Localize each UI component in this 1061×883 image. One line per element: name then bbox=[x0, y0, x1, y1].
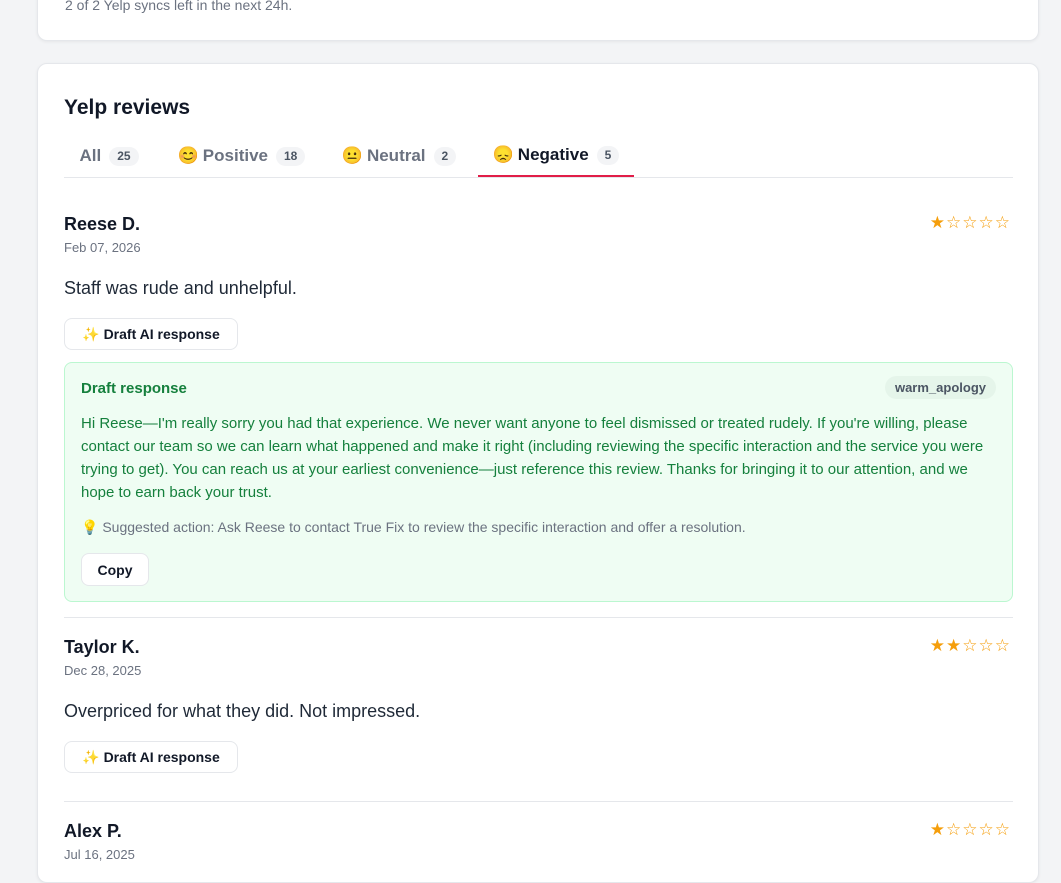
tab-positive-label: Positive bbox=[202, 146, 268, 165]
tone-badge: warm_apology bbox=[884, 376, 996, 399]
tab-neutral-label: Neutral bbox=[366, 146, 426, 165]
section-title: Yelp reviews bbox=[64, 96, 191, 119]
draft-ai-response-button[interactable]: ✨ Draft AI response bbox=[64, 318, 238, 350]
reviewer-name: Taylor K. bbox=[64, 637, 140, 657]
review-date: Feb 07, 2026 bbox=[64, 240, 141, 255]
star-rating: ★☆☆☆☆ bbox=[929, 820, 1011, 839]
review-date: Jul 16, 2025 bbox=[64, 847, 135, 862]
reviewer-name: Reese D. bbox=[64, 214, 141, 234]
tab-all[interactable]: All 25 bbox=[64, 135, 154, 177]
tab-positive-count: 18 bbox=[276, 146, 306, 166]
star-rating: ★☆☆☆☆ bbox=[929, 213, 1011, 232]
neutral-face-icon: 😐 bbox=[341, 146, 363, 165]
review-item: Taylor K. Dec 28, 2025 ★★☆☆☆ Overpriced … bbox=[64, 617, 1013, 802]
tab-negative-count: 5 bbox=[596, 145, 620, 165]
sentiment-tabs: All 25 😊 Positive 18 😐 Neutral 2 😞 Negat… bbox=[64, 135, 1013, 178]
smiling-face-icon: 😊 bbox=[177, 146, 199, 165]
sync-status-card: 2 of 2 Yelp syncs left in the next 24h. bbox=[37, 0, 1039, 41]
yelp-reviews-card: Yelp reviews All 25 😊 Positive 18 😐 Neut… bbox=[37, 63, 1039, 883]
review-text: Staff was rude and unhelpful. bbox=[64, 278, 297, 298]
draft-response-panel: Draft response warm_apology Hi Reese—I'm… bbox=[64, 362, 1013, 602]
tab-all-count: 25 bbox=[109, 146, 139, 166]
draft-response-title: Draft response bbox=[81, 380, 187, 397]
suggested-action: 💡 Suggested action: Ask Reese to contact… bbox=[81, 519, 746, 535]
tab-neutral-count: 2 bbox=[433, 146, 457, 166]
tab-all-label: All bbox=[79, 146, 102, 165]
tab-positive[interactable]: 😊 Positive 18 bbox=[164, 135, 319, 177]
review-item: Reese D. Feb 07, 2026 ★☆☆☆☆ Staff was ru… bbox=[64, 177, 1013, 617]
disappointed-face-icon: 😞 bbox=[492, 145, 514, 164]
reviewer-name: Alex P. bbox=[64, 821, 122, 841]
tab-negative[interactable]: 😞 Negative 5 bbox=[478, 135, 634, 177]
tab-neutral[interactable]: 😐 Neutral 2 bbox=[329, 135, 469, 177]
copy-button[interactable]: Copy bbox=[81, 553, 149, 586]
sync-remaining-note: 2 of 2 Yelp syncs left in the next 24h. bbox=[65, 0, 293, 13]
star-rating: ★★☆☆☆ bbox=[929, 636, 1011, 655]
tab-negative-label: Negative bbox=[517, 145, 589, 164]
draft-response-body[interactable]: Hi Reese—I'm really sorry you had that e… bbox=[81, 412, 996, 504]
review-text: Overpriced for what they did. Not impres… bbox=[64, 701, 421, 721]
review-item: Alex P. Jul 16, 2025 ★☆☆☆☆ bbox=[64, 801, 1013, 882]
review-date: Dec 28, 2025 bbox=[64, 663, 142, 678]
draft-ai-response-button[interactable]: ✨ Draft AI response bbox=[64, 741, 238, 773]
